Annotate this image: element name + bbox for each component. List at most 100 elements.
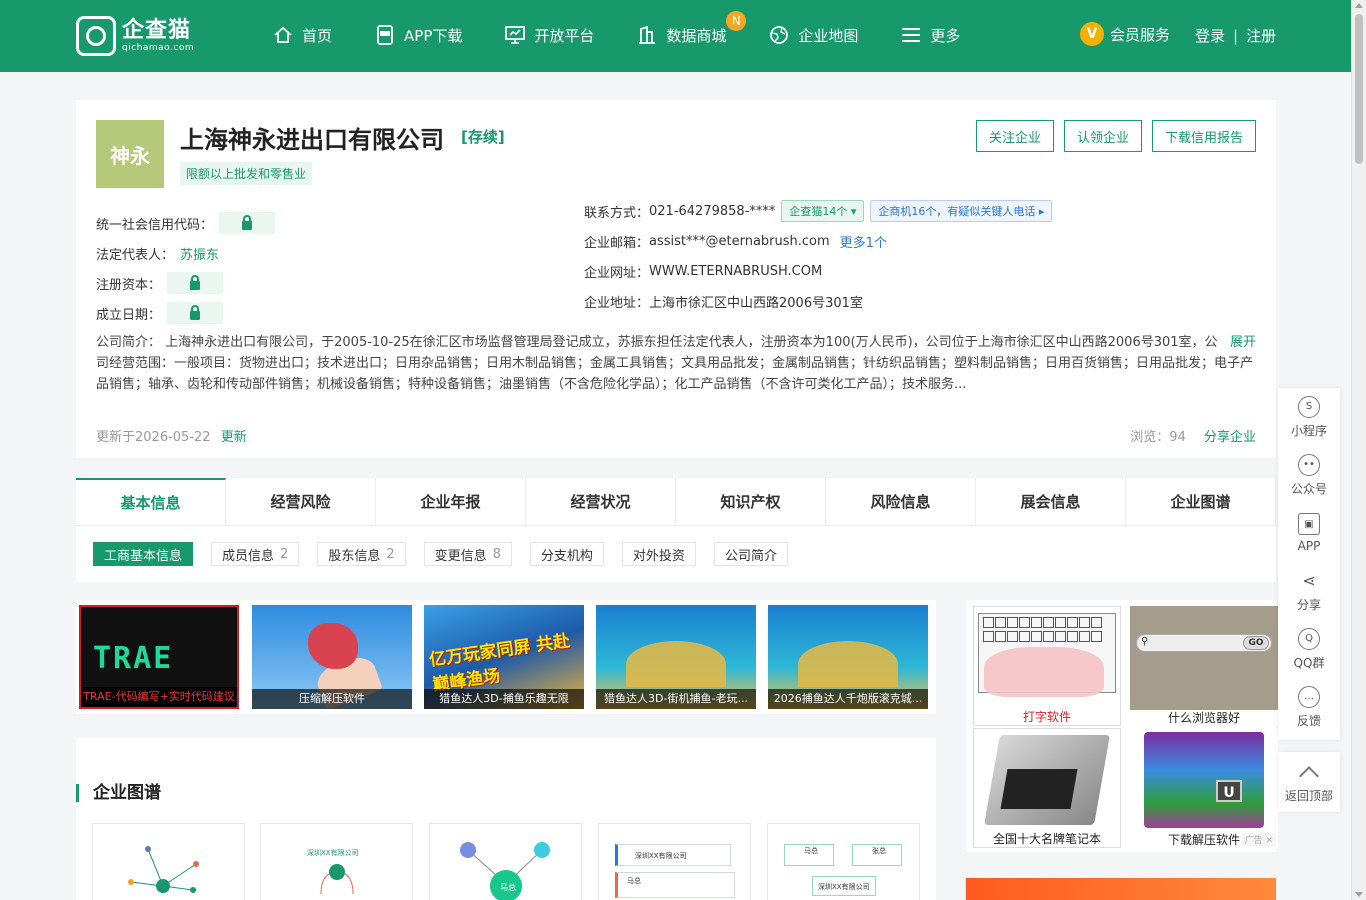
nav-enterprise-map[interactable]: 企业地图 bbox=[768, 22, 858, 48]
subtab-investments[interactable]: 对外投资 bbox=[621, 542, 696, 566]
website-value[interactable]: WWW.ETERNABRUSH.COM bbox=[649, 264, 822, 279]
ad-banner-bottom[interactable] bbox=[966, 878, 1276, 900]
nav-app-download[interactable]: APP下载 bbox=[374, 22, 462, 48]
ad-game-image bbox=[798, 641, 898, 687]
address-label: 企业地址： bbox=[584, 295, 650, 311]
ad-fishing-2[interactable]: 猎鱼达人3D-街机捕鱼-老玩... bbox=[596, 605, 756, 709]
section-title: 企业图谱 bbox=[76, 784, 161, 802]
toolbar-share[interactable]: ⋖ 分享 bbox=[1278, 562, 1340, 620]
subtab-shareholders[interactable]: 股东信息 2 bbox=[317, 542, 406, 566]
graph-card-control[interactable]: 马总 张总 深圳XX有限公司 bbox=[767, 823, 920, 900]
app-icon: ▣ bbox=[1298, 513, 1320, 535]
ad-compress[interactable]: 压缩解压软件 bbox=[252, 605, 412, 709]
phone-chip-label: 企查猫14个 bbox=[789, 205, 848, 218]
scrollbar-thumb[interactable] bbox=[1355, 14, 1363, 164]
subtab-label: 工商基本信息 bbox=[104, 548, 183, 564]
email-value: assist***@eternabrush.com bbox=[649, 233, 830, 249]
home-icon bbox=[272, 24, 294, 46]
subtab-changes[interactable]: 变更信息 8 bbox=[423, 542, 512, 566]
founded-label: 成立日期： bbox=[96, 307, 162, 323]
back-to-top-button[interactable]: 返回顶部 bbox=[1278, 752, 1340, 812]
ad-unzip-software[interactable]: U 下载解压软件 广告 ✕ bbox=[1130, 728, 1278, 848]
hands-image bbox=[984, 647, 1104, 697]
nav-more[interactable]: 更多 bbox=[900, 22, 960, 48]
logo-cat-icon bbox=[76, 16, 116, 56]
graph-card-equity[interactable]: 深圳XX有限公司 bbox=[260, 823, 413, 900]
contact-info: 联系方式： 021-64279858-**** 企查猫14个 ▾ 企商机16个，… bbox=[584, 196, 1053, 316]
subtab-label: 股东信息 bbox=[328, 548, 381, 564]
follow-button[interactable]: 关注企业 bbox=[975, 120, 1054, 152]
tab-business-risk[interactable]: 经营风险 bbox=[226, 478, 376, 525]
ad-laptops[interactable]: 全国十大名牌笔记本 bbox=[973, 728, 1121, 848]
tab-ip[interactable]: 知识产权 bbox=[676, 478, 826, 525]
lock-icon bbox=[242, 214, 253, 230]
intro-expand-link[interactable]: 展开 bbox=[1230, 332, 1256, 353]
nav-home[interactable]: 首页 bbox=[272, 22, 332, 48]
ad-label[interactable]: 广告 ✕ bbox=[1241, 833, 1276, 846]
subtab-count: 2 bbox=[280, 546, 289, 562]
toolbar-feedback[interactable]: … 反馈 bbox=[1278, 678, 1340, 736]
subtab-members[interactable]: 成员信息 2 bbox=[211, 542, 300, 566]
nav-open-platform[interactable]: 开放平台 bbox=[504, 22, 594, 48]
tab-annual-report[interactable]: 企业年报 bbox=[376, 478, 526, 525]
legal-rep-link[interactable]: 苏振东 bbox=[180, 244, 219, 263]
ad-fishing-3[interactable]: 2026捕鱼达人千炮版滚克城... bbox=[768, 605, 928, 709]
phone-chip-qsj[interactable]: 企商机16个，有疑似关键人电话 ▸ bbox=[870, 200, 1053, 222]
page-scrollbar[interactable] bbox=[1351, 0, 1366, 900]
graph-center-label: 马总 bbox=[500, 883, 516, 892]
equity-graph-image bbox=[320, 864, 354, 895]
credit-code-lock[interactable] bbox=[219, 212, 276, 234]
toolbar-app[interactable]: ▣ APP bbox=[1278, 504, 1340, 562]
capital-label: 注册资本： bbox=[96, 277, 162, 293]
subtab-intro[interactable]: 公司简介 bbox=[713, 542, 788, 566]
subtab-branches[interactable]: 分支机构 bbox=[529, 542, 604, 566]
capital-lock[interactable] bbox=[167, 272, 224, 294]
toolbar-label: 分享 bbox=[1296, 597, 1321, 612]
update-link[interactable]: 更新 bbox=[221, 430, 247, 445]
share-company-link[interactable]: 分享企业 bbox=[1204, 430, 1256, 445]
scroll-up-arrow-icon[interactable] bbox=[1355, 3, 1363, 8]
scroll-down-arrow-icon[interactable] bbox=[1355, 892, 1363, 897]
register-link[interactable]: 注册 bbox=[1246, 25, 1276, 46]
toolbar-wechat[interactable]: •• 公众号 bbox=[1278, 446, 1340, 504]
graph-control-person-b: 张总 bbox=[872, 847, 886, 855]
phone-chip-qcm[interactable]: 企查猫14个 ▾ bbox=[781, 200, 865, 222]
download-report-button[interactable]: 下载信用报告 bbox=[1151, 120, 1256, 152]
claim-button[interactable]: 认领企业 bbox=[1063, 120, 1142, 152]
tab-risk-info[interactable]: 风险信息 bbox=[826, 478, 976, 525]
chevron-up-icon bbox=[1299, 765, 1319, 786]
subtab-business-info[interactable]: 工商基本信息 bbox=[93, 542, 194, 566]
tab-basic-info[interactable]: 基本信息 bbox=[76, 478, 226, 525]
company-name: 上海神永进出口有限公司 bbox=[180, 126, 444, 154]
ad-trae[interactable]: TRAE TRAE-代码编写+实时代码建议 bbox=[79, 605, 239, 709]
founded-lock[interactable] bbox=[167, 302, 224, 324]
ad-fishing-1[interactable]: 亿万玩家同屏 共赴巅峰渔场 猎鱼达人3D-捕鱼乐趣无限 bbox=[424, 605, 584, 709]
tab-exhibition[interactable]: 展会信息 bbox=[976, 478, 1126, 525]
intro-text: 公司简介： 上海神永进出口有限公司，于2005-10-25在徐汇区市场监督管理局… bbox=[96, 335, 1254, 392]
qq-icon: Q bbox=[1298, 627, 1320, 650]
graph-card-relation[interactable] bbox=[92, 823, 245, 900]
ad-typing-software[interactable]: 打字软件 bbox=[973, 606, 1121, 726]
vip-service[interactable]: V 会员服务 bbox=[1080, 22, 1170, 46]
toolbar-qq[interactable]: Q QQ群 bbox=[1278, 620, 1340, 678]
toolbar-miniapp[interactable]: S 小程序 bbox=[1278, 388, 1340, 446]
nav-data-mall[interactable]: 数据商城 N bbox=[636, 11, 747, 48]
trae-logo-text: TRAE bbox=[93, 641, 174, 676]
ad-browser[interactable]: ⚲ GO 什么浏览器好 bbox=[1130, 606, 1278, 726]
login-link[interactable]: 登录 bbox=[1195, 25, 1225, 46]
vip-label: 会员服务 bbox=[1110, 25, 1171, 44]
graph-card-person[interactable]: 马总 bbox=[429, 823, 582, 900]
graph-card-structure[interactable]: 深圳XX有限公司 马总 bbox=[598, 823, 751, 900]
credit-code-label: 统一社会信用代码： bbox=[96, 217, 214, 233]
basic-info-left: 统一社会信用代码： 法定代表人： 苏振东 注册资本： 成立日期： bbox=[96, 208, 276, 328]
site-logo[interactable]: 企查猫 qichamao.com bbox=[76, 14, 206, 58]
graph-structure-person: 马总 bbox=[627, 877, 641, 885]
email-more-link[interactable]: 更多1个 bbox=[840, 232, 887, 251]
lock-icon bbox=[190, 304, 201, 320]
search-icon: ⚲ bbox=[1141, 636, 1149, 647]
tab-enterprise-graph[interactable]: 企业图谱 bbox=[1126, 478, 1276, 525]
tab-operation[interactable]: 经营状况 bbox=[526, 478, 676, 525]
menu-icon bbox=[900, 24, 922, 46]
industry-tag[interactable]: 限额以上批发和零售业 bbox=[180, 162, 313, 185]
wechat-icon: •• bbox=[1298, 453, 1320, 476]
